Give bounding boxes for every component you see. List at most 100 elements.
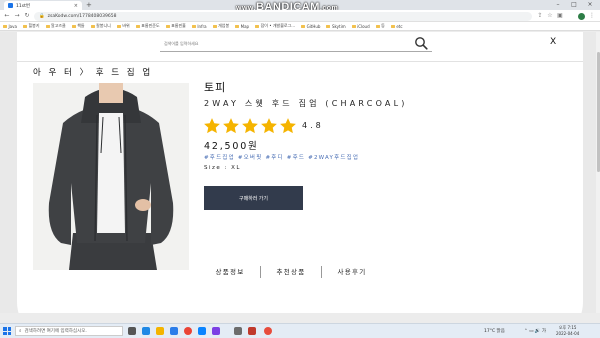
bookmark-item[interactable]: 바위 [116, 23, 130, 29]
folder-icon [71, 24, 76, 28]
text-app-icon[interactable] [234, 327, 242, 335]
folder-icon [375, 24, 380, 28]
divider [17, 61, 583, 62]
bookmark-item[interactable]: Java [3, 24, 17, 29]
new-tab-button[interactable]: + [86, 1, 92, 9]
folder-icon [255, 24, 260, 28]
bookmark-item[interactable]: Infra [191, 24, 207, 29]
store-icon[interactable] [170, 327, 178, 335]
lock-icon: 🔒 [39, 13, 45, 19]
star-icon [223, 118, 239, 134]
close-button[interactable]: X [550, 37, 556, 47]
hashtag[interactable]: #후디 [265, 153, 283, 161]
bookmarks-bar: Java 힐봉키 알고즈클 책들 칼봉니니 바위 표롬핀준도 표롬핀흘 Infra 개업봉 Map 잡… [0, 22, 600, 31]
bookmark-item[interactable]: 잡이 • 개발블로그... [255, 23, 295, 29]
bookmark-item[interactable]: 표롬핀준도 [135, 23, 160, 29]
folder-icon [3, 24, 7, 28]
search-input[interactable]: 검색어를 입력하세요 [164, 41, 198, 47]
product-image [33, 83, 189, 270]
bookmark-item[interactable]: 알고즈클 [45, 23, 66, 29]
minimize-button[interactable]: – [550, 0, 566, 10]
star-icon [242, 118, 258, 134]
bookmark-item[interactable]: Map [235, 24, 249, 29]
bookmark-item[interactable]: iCloud [351, 24, 370, 29]
bookmark-item[interactable]: GitHub [301, 24, 320, 29]
hashtag[interactable]: #오버핏 [238, 153, 263, 161]
tab-close-icon[interactable]: × [74, 3, 78, 9]
share-icon[interactable]: ⇪ [536, 12, 544, 20]
windows-start-icon[interactable] [3, 327, 11, 335]
product-price: 42,500원 [204, 141, 259, 152]
bookmark-item[interactable]: 개업봉 [212, 23, 229, 29]
folder-icon [212, 24, 217, 28]
browser-toolbar: ← → ↻ 🔒 zsaKodw.com/1778408039658 ⇪ ☆ ▣ … [0, 10, 600, 22]
bookmark-item[interactable]: 힐봉키 [22, 23, 40, 29]
folder-icon [22, 24, 27, 28]
folder-icon [165, 24, 170, 28]
bookmark-item[interactable]: 등 [375, 23, 385, 29]
product-name: 2WAY 스웻 후드 집업 (CHARCOAL) [204, 99, 408, 108]
chrome-icon[interactable] [184, 327, 192, 335]
hashtag[interactable]: #2WAY후드집업 [308, 153, 359, 161]
windows-taskbar: ⌕ 검색하려면 여기에 입력하십시오. 17°C 맑음 ⌃ ▭ 🔊 가 오후 7… [0, 323, 600, 338]
tab-recommended[interactable]: 추천상품 [260, 266, 321, 278]
detail-tabs: 상품정보 추천상품 사용후기 [200, 266, 382, 278]
folder-icon [235, 24, 240, 28]
rating-value: 4.8 [302, 121, 324, 130]
hashtag[interactable]: #후드 [287, 153, 305, 161]
folder-icon [301, 24, 306, 28]
red-app-icon[interactable] [248, 327, 256, 335]
taskbar-search[interactable]: ⌕ 검색하려면 여기에 입력하십시오. [15, 326, 123, 336]
folder-icon [326, 24, 331, 28]
buy-button[interactable]: 구매하러 가기 [204, 186, 303, 210]
folder-icon [45, 24, 50, 28]
star-icon [204, 118, 220, 134]
hashtag-list: #후드집업 #오버핏 #후디 #후드 #2WAY후드집업 [204, 153, 359, 161]
weather-text[interactable]: 17°C 맑음 [484, 328, 505, 334]
extensions-icon[interactable]: ▣ [556, 12, 564, 20]
folder-icon [116, 24, 121, 28]
url-text: zsaKodw.com/1778408039658 [47, 13, 117, 19]
tab-reviews[interactable]: 사용후기 [321, 266, 382, 278]
page-scrollbar[interactable] [596, 32, 600, 313]
bookmark-item[interactable]: Skytim [326, 24, 346, 29]
maximize-button[interactable]: □ [566, 0, 582, 10]
address-bar[interactable]: 🔒 zsaKodw.com/1778408039658 [34, 11, 532, 21]
mail-icon[interactable] [198, 327, 206, 335]
reload-icon[interactable]: ↻ [22, 11, 32, 21]
site-favicon-icon [8, 3, 13, 8]
back-icon[interactable]: ← [2, 11, 12, 21]
profile-avatar[interactable] [578, 12, 585, 20]
taskbar-search-input[interactable]: 검색하려면 여기에 입력하십시오. [25, 328, 87, 334]
edge-icon[interactable] [142, 327, 150, 335]
bookmark-item[interactable]: etc [390, 24, 403, 29]
clock[interactable]: 오후 7:15 2022-04-04 [556, 325, 579, 337]
bookmark-item[interactable]: 표롬핀흘 [165, 23, 186, 29]
browser-tab[interactable]: 11st번 × [4, 1, 82, 10]
folder-icon [135, 24, 140, 28]
system-tray-icons[interactable]: ⌃ ▭ 🔊 가 [524, 328, 546, 334]
app-icon[interactable] [212, 327, 220, 335]
task-view-icon[interactable] [128, 327, 136, 335]
magnifier-icon: ⌕ [19, 329, 22, 334]
bookmark-star-icon[interactable]: ☆ [546, 12, 554, 20]
hashtag[interactable]: #후드집업 [204, 153, 235, 161]
breadcrumb: 아 우 터 〉 후 드 집 업 [33, 68, 153, 78]
tab-title: 11st번 [16, 3, 30, 9]
product-size: Size : XL [204, 165, 241, 171]
bookmark-item[interactable]: 책들 [71, 23, 85, 29]
search-icon[interactable] [414, 36, 428, 50]
tab-product-info[interactable]: 상품정보 [200, 266, 260, 278]
close-window-button[interactable]: × [582, 0, 598, 10]
folder-icon [351, 24, 356, 28]
file-explorer-icon[interactable] [156, 327, 164, 335]
forward-icon[interactable]: → [12, 11, 22, 21]
star-rating [203, 117, 297, 135]
menu-icon[interactable]: ⋮ [588, 12, 596, 20]
search-bar[interactable]: 검색어를 입력하세요 [160, 36, 432, 52]
star-icon [261, 118, 277, 134]
star-icon [280, 118, 296, 134]
folder-icon [191, 24, 196, 28]
bandicam-app-icon[interactable] [264, 327, 272, 335]
bookmark-item[interactable]: 칼봉니니 [90, 23, 111, 29]
